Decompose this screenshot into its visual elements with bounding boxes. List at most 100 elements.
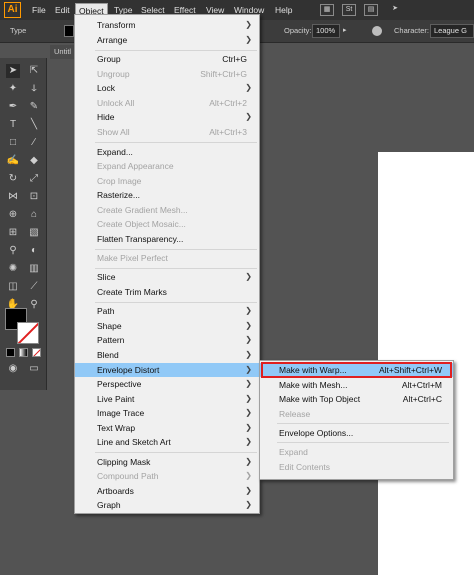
menu-item-show-all[interactable]: Show All Alt+Ctrl+3: [75, 125, 259, 139]
menu-file[interactable]: File: [32, 3, 46, 17]
menu-item-text-wrap[interactable]: Text Wrap ❯: [75, 421, 259, 435]
chevron-right-icon[interactable]: ▸: [343, 26, 347, 34]
direct-selection-tool-icon[interactable]: ⇱: [27, 64, 41, 78]
blend-tool-icon[interactable]: ◐: [27, 244, 41, 258]
menu-item-release[interactable]: Release: [260, 407, 453, 421]
character-label[interactable]: Character:: [394, 26, 429, 35]
opacity-label: Opacity:: [284, 26, 312, 35]
menu-item-clipping-mask[interactable]: Clipping Mask ❯: [75, 455, 259, 469]
shaper-tool-icon[interactable]: ✍: [6, 154, 20, 168]
column-graph-tool-icon[interactable]: ▥: [27, 262, 41, 276]
stock-icon[interactable]: St: [342, 4, 356, 16]
mesh-tool-icon[interactable]: ⊞: [6, 226, 20, 240]
menu-item-crop-image[interactable]: Crop Image: [75, 174, 259, 188]
menu-item-expand-appearance[interactable]: Expand Appearance: [75, 159, 259, 173]
zoom-tool-icon[interactable]: ⚲: [27, 298, 41, 312]
type-tool-icon[interactable]: T: [6, 118, 20, 132]
rectangle-tool-icon[interactable]: □: [6, 136, 20, 150]
pen-tool-icon[interactable]: ✒: [6, 100, 20, 114]
menu-item-create-trim-marks[interactable]: Create Trim Marks: [75, 285, 259, 299]
menu-separator: [95, 302, 257, 303]
menu-item-group[interactable]: Group Ctrl+G: [75, 52, 259, 66]
menu-item-create-gradient-mesh[interactable]: Create Gradient Mesh...: [75, 203, 259, 217]
menu-item-rasterize[interactable]: Rasterize...: [75, 188, 259, 202]
menu-separator: [95, 452, 257, 453]
menu-item-ungroup[interactable]: Ungroup Shift+Ctrl+G: [75, 67, 259, 81]
menu-item-expand[interactable]: Expand...: [75, 145, 259, 159]
menu-separator: [95, 50, 257, 51]
menu-edit[interactable]: Edit: [55, 3, 70, 17]
magic-wand-tool-icon[interactable]: ✦: [6, 82, 20, 96]
paintbrush-tool-icon[interactable]: ∕: [27, 136, 41, 150]
width-tool-icon[interactable]: ⋈: [6, 190, 20, 204]
perspective-grid-tool-icon[interactable]: ⌂: [27, 208, 41, 222]
artboard-tool-icon[interactable]: ◫: [6, 280, 20, 294]
menu-item-expand[interactable]: Expand: [260, 445, 453, 459]
menu-item-envelope-options[interactable]: Envelope Options...: [260, 426, 453, 440]
menu-item-make-pixel-perfect[interactable]: Make Pixel Perfect: [75, 251, 259, 265]
gradient-mode-icon[interactable]: [19, 348, 28, 357]
menu-item-line-and-sketch-art[interactable]: Line and Sketch Art ❯: [75, 435, 259, 449]
fill-swatch[interactable]: [64, 25, 74, 37]
draw-mode-icon[interactable]: ◉: [6, 362, 20, 376]
eraser-tool-icon[interactable]: ◆: [27, 154, 41, 168]
chevron-right-icon: ❯: [245, 35, 252, 44]
menu-item-live-paint[interactable]: Live Paint ❯: [75, 392, 259, 406]
chevron-right-icon: ❯: [245, 379, 252, 388]
menu-item-unlock-all[interactable]: Unlock All Alt+Ctrl+2: [75, 96, 259, 110]
selection-tool-icon[interactable]: ➤: [6, 64, 20, 78]
envelope-distort-submenu: Make with Warp... Alt+Shift+Ctrl+W Make w…: [259, 360, 454, 480]
menu-item-slice[interactable]: Slice ❯: [75, 270, 259, 284]
stroke-color-swatch[interactable]: [17, 322, 39, 344]
opacity-input[interactable]: 100%: [312, 24, 340, 38]
selection-type-label: Type: [10, 26, 27, 35]
menu-item-arrange[interactable]: Arrange ❯: [75, 33, 259, 47]
menu-item-artboards[interactable]: Artboards ❯: [75, 484, 259, 498]
menu-item-blend[interactable]: Blend ❯: [75, 348, 259, 362]
curvature-tool-icon[interactable]: ✎: [27, 100, 41, 114]
lasso-tool-icon[interactable]: ↆ: [27, 82, 41, 96]
menu-separator: [95, 142, 257, 143]
line-tool-icon[interactable]: ╲: [27, 118, 41, 132]
eyedropper-tool-icon[interactable]: ⚲: [6, 244, 20, 258]
shape-builder-tool-icon[interactable]: ⊕: [6, 208, 20, 222]
menu-item-flatten-transparency[interactable]: Flatten Transparency...: [75, 232, 259, 246]
menu-separator: [95, 268, 257, 269]
gradient-tool-icon[interactable]: ▧: [27, 226, 41, 240]
arrange-documents-icon[interactable]: ▤: [364, 4, 378, 16]
rotate-tool-icon[interactable]: ↻: [6, 172, 20, 186]
none-mode-icon[interactable]: [32, 348, 41, 357]
app-logo: Ai: [4, 2, 21, 18]
chevron-right-icon: ❯: [245, 335, 252, 344]
color-mode-icon[interactable]: [6, 348, 15, 357]
menu-item-create-object-mosaic[interactable]: Create Object Mosaic...: [75, 217, 259, 231]
menu-item-make-with-top-object[interactable]: Make with Top Object Alt+Ctrl+C: [260, 392, 453, 406]
highlight-callout-box: [261, 362, 452, 378]
free-transform-tool-icon[interactable]: ⊡: [27, 190, 41, 204]
recolor-icon[interactable]: [372, 26, 382, 36]
menu-separator: [95, 249, 257, 250]
menu-item-edit-contents[interactable]: Edit Contents: [260, 460, 453, 474]
menu-item-perspective[interactable]: Perspective ❯: [75, 377, 259, 391]
send-icon[interactable]: ➤: [388, 4, 402, 16]
screen-mode-icon[interactable]: ▭: [27, 362, 41, 376]
menu-item-envelope-distort[interactable]: Envelope Distort ❯: [75, 363, 259, 377]
menu-item-pattern[interactable]: Pattern ❯: [75, 333, 259, 347]
workspace-icon[interactable]: ▦: [320, 4, 334, 16]
menu-item-path[interactable]: Path ❯: [75, 304, 259, 318]
menu-item-hide[interactable]: Hide ❯: [75, 110, 259, 124]
menu-item-graph[interactable]: Graph ❯: [75, 498, 259, 512]
menu-item-lock[interactable]: Lock ❯: [75, 81, 259, 95]
font-family-input[interactable]: League G: [430, 24, 474, 38]
chevron-right-icon: ❯: [245, 437, 252, 446]
menu-help[interactable]: Help: [275, 3, 292, 17]
menu-item-transform[interactable]: Transform ❯: [75, 18, 259, 32]
slice-tool-icon[interactable]: ⟋: [27, 280, 41, 294]
menu-item-image-trace[interactable]: Image Trace ❯: [75, 406, 259, 420]
menu-item-make-with-mesh[interactable]: Make with Mesh... Alt+Ctrl+M: [260, 378, 453, 392]
scale-tool-icon[interactable]: ⤢: [27, 172, 41, 186]
tools-panel: ➤ ⇱ ✦ ↆ ✒ ✎ T ╲ □ ∕ ✍ ◆ ↻ ⤢ ⋈ ⊡ ⊕ ⌂ ⊞ ▧ …: [0, 58, 47, 390]
menu-item-compound-path[interactable]: Compound Path ❯: [75, 469, 259, 483]
symbol-sprayer-tool-icon[interactable]: ✺: [6, 262, 20, 276]
menu-item-shape[interactable]: Shape ❯: [75, 319, 259, 333]
